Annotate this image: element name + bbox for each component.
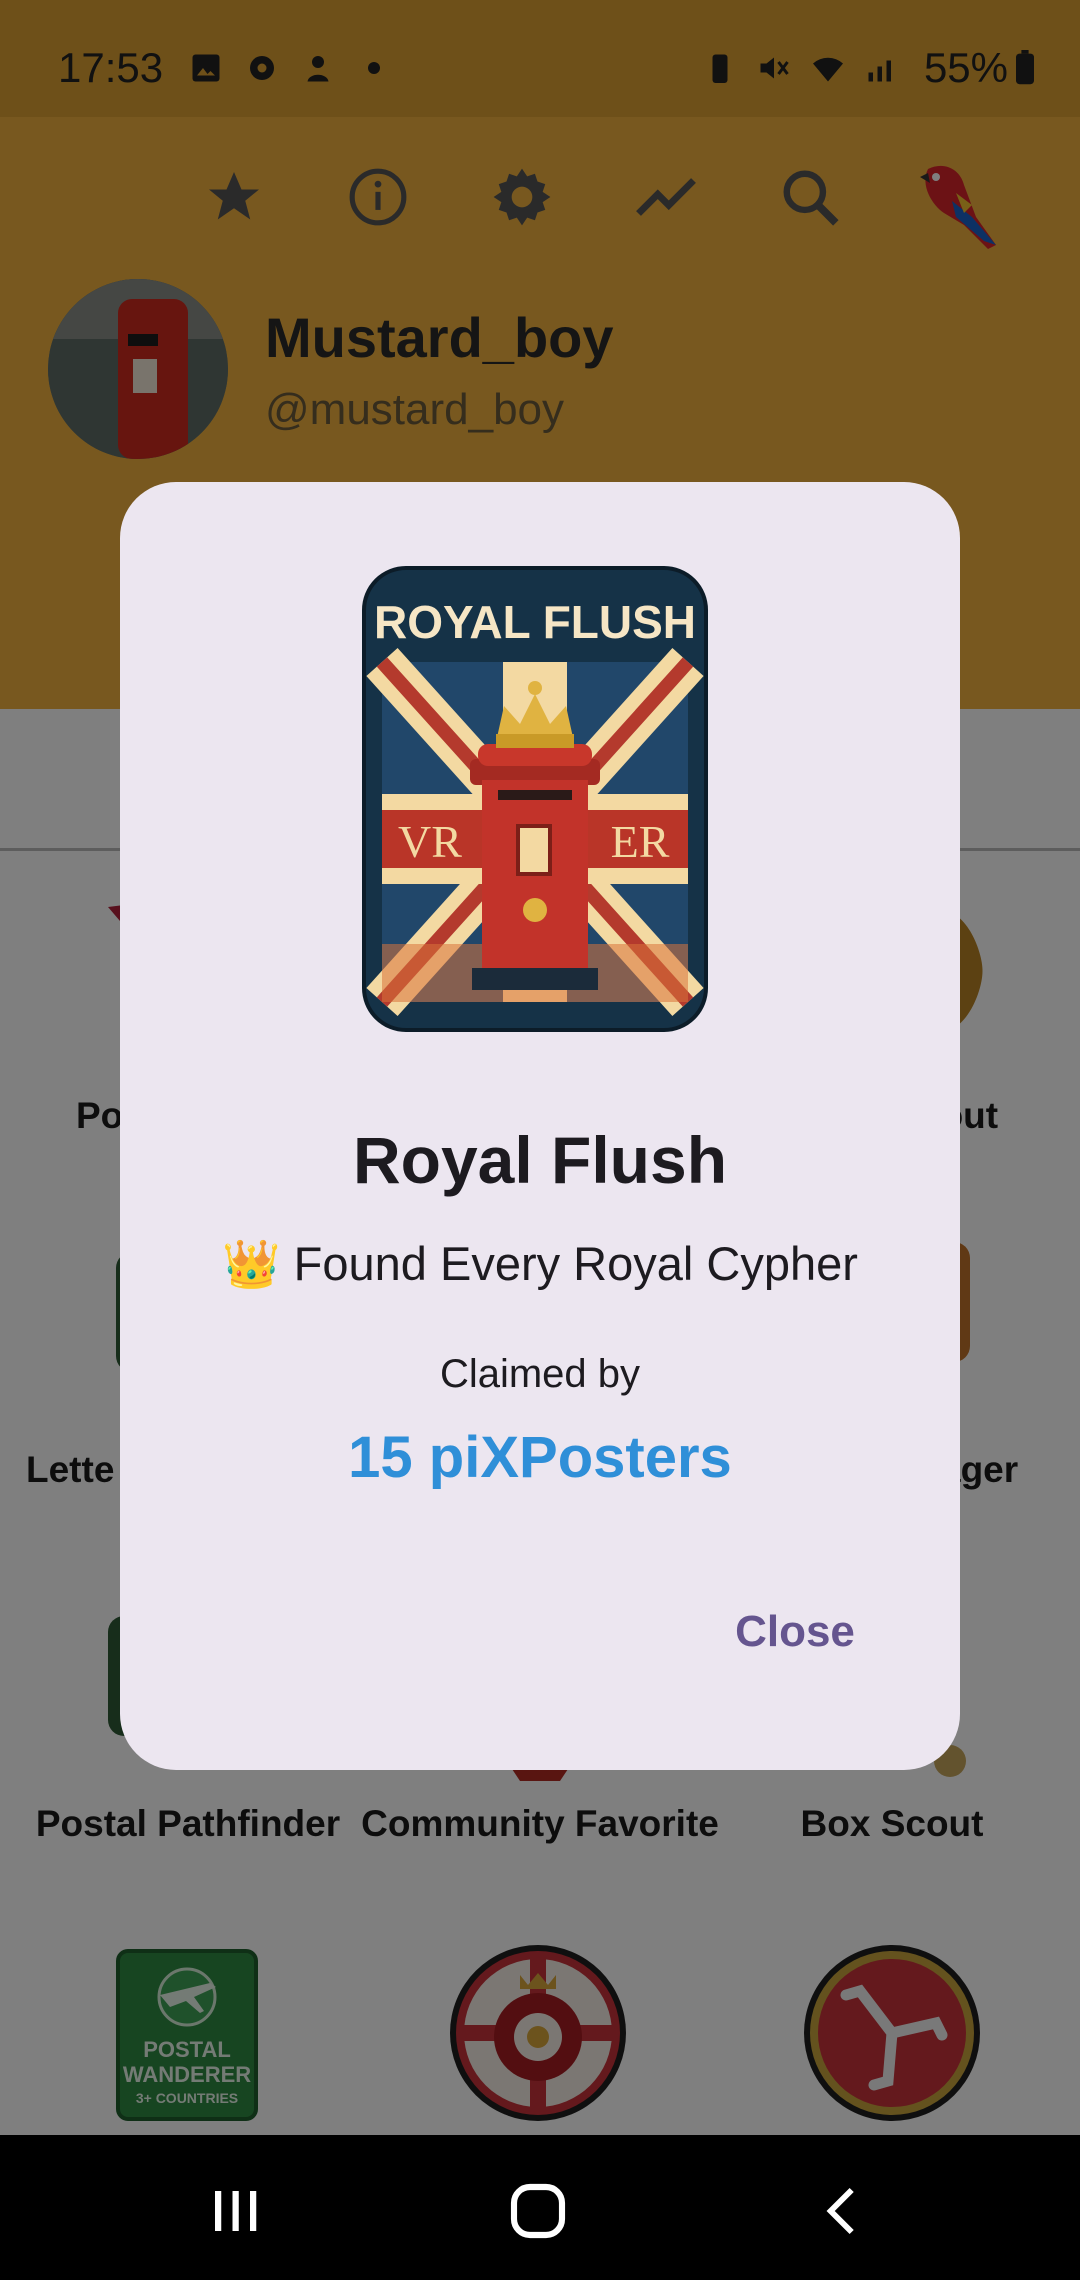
cypher-right: ER [611, 816, 670, 867]
crown-icon: 👑 [222, 1237, 281, 1290]
badge-dialog: ROYAL FLUSH VR ER Royal Flush 👑 Found Ev… [120, 482, 960, 1770]
dialog-subtitle: 👑 Found Every Royal Cypher [120, 1236, 960, 1292]
back-icon[interactable] [800, 2171, 880, 2251]
close-button[interactable]: Close [710, 1592, 880, 1672]
badge-caption: ROYAL FLUSH [374, 596, 696, 648]
subtitle-text: Found Every Royal Cypher [293, 1237, 858, 1290]
system-nav-bar [0, 2135, 1080, 2280]
recent-apps-icon[interactable] [195, 2171, 275, 2251]
dialog-title: Royal Flush [352, 1123, 728, 1197]
home-icon[interactable] [498, 2171, 578, 2251]
claimed-label: Claimed by [439, 1352, 641, 1396]
royal-flush-badge-image: ROYAL FLUSH VR ER [362, 566, 708, 1032]
claimed-count[interactable]: 15 piXPosters [120, 1424, 960, 1491]
cypher-left: VR [398, 816, 462, 867]
